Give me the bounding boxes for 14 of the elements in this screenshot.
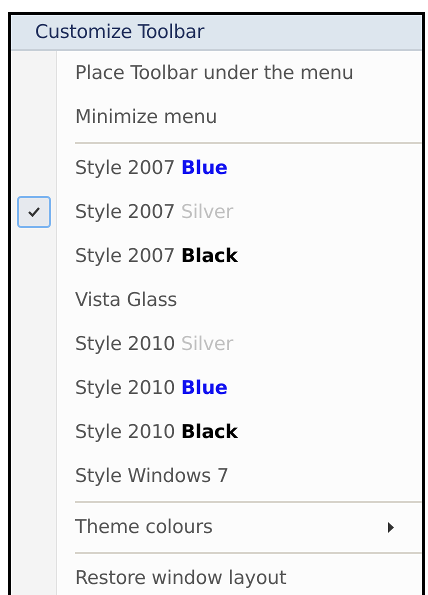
menu-item[interactable]: Style Windows 7 — [75, 465, 229, 487]
menu-item[interactable]: Vista Glass — [75, 289, 178, 311]
menu-item[interactable]: Restore window layout — [75, 567, 286, 589]
menu-item[interactable]: Minimize menu — [75, 106, 218, 128]
menu-item[interactable]: Place Toolbar under the menu — [75, 62, 354, 84]
menu-item[interactable]: Style 2007 Blue — [75, 157, 228, 179]
menu-item[interactable]: Style 2010 Black — [75, 421, 238, 443]
menu-header: Customize Toolbar — [11, 15, 422, 51]
menu-item[interactable]: Style 2010 Silver — [75, 333, 234, 355]
menu-item[interactable]: Style 2007 Silver — [75, 201, 234, 223]
submenu-arrow-icon — [388, 522, 394, 532]
submenu-item[interactable]: Theme colours — [75, 516, 213, 538]
menu-item[interactable]: Style 2007 Black — [75, 245, 238, 267]
menu-item[interactable]: Style 2010 Blue — [75, 377, 228, 399]
